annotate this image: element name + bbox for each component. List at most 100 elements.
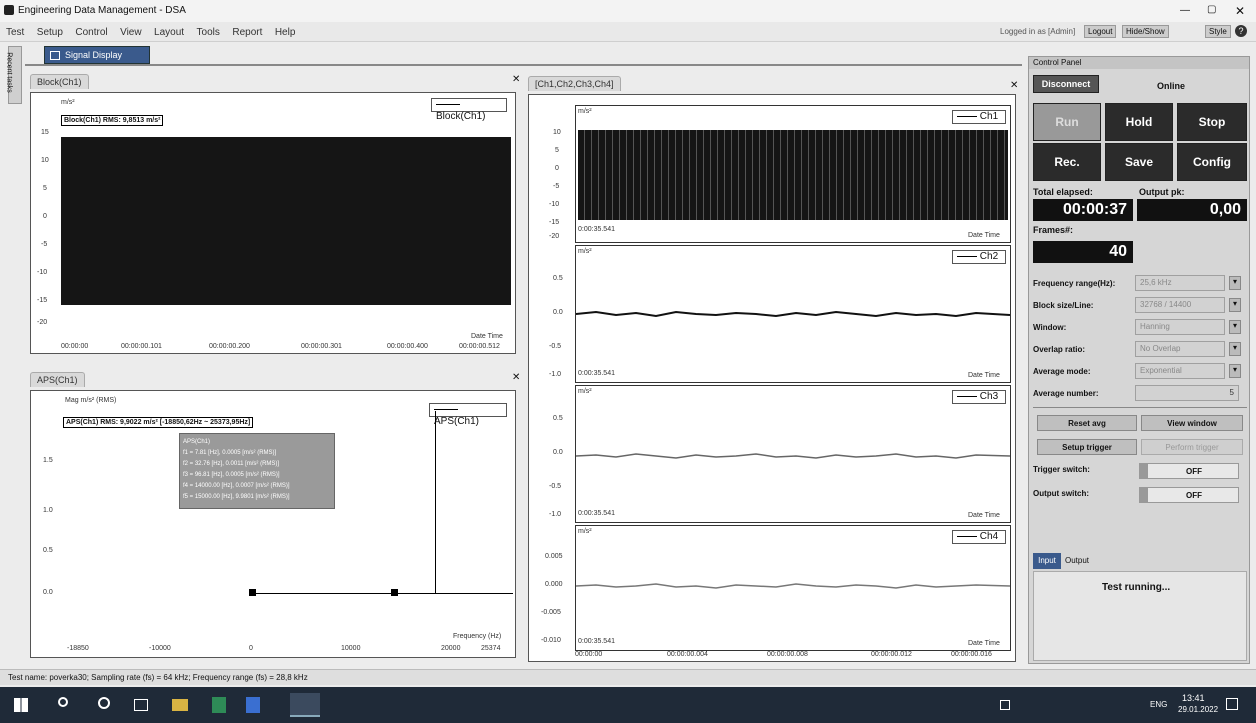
clock-time[interactable]: 13:41	[1182, 693, 1205, 703]
status-box: Test running...	[1033, 571, 1247, 661]
menu-report[interactable]: Report	[228, 23, 266, 43]
tab-aps-ch1[interactable]: APS(Ch1)	[30, 372, 85, 387]
ch2-legend: Ch2	[952, 250, 1006, 264]
disconnect-label: Disconnect	[1041, 79, 1091, 89]
help-icon[interactable]: ?	[1235, 25, 1247, 37]
setting-label: Average number:	[1033, 389, 1099, 398]
ch3-time: 0:00:35.541	[578, 510, 615, 517]
setting-label: Average mode:	[1033, 367, 1091, 376]
notification-area-icon[interactable]	[1000, 700, 1010, 710]
tab-output[interactable]: Output	[1065, 553, 1105, 569]
output-switch-toggle[interactable]: OFF	[1139, 487, 1239, 503]
setup-trigger-button[interactable]: Setup trigger	[1037, 439, 1137, 455]
rec-button[interactable]: Rec.	[1033, 143, 1101, 181]
logout-button[interactable]: Logout	[1084, 25, 1117, 38]
average-mode-select[interactable]: Exponential	[1135, 363, 1225, 379]
maximize-button[interactable]: ▢	[1207, 4, 1216, 15]
dsa-app-icon[interactable]	[290, 693, 320, 717]
excel-icon[interactable]	[212, 697, 226, 713]
tab-signal-display[interactable]: Signal Display	[44, 46, 150, 64]
legend-line	[957, 395, 977, 397]
overlap-select[interactable]: No Overlap	[1135, 341, 1225, 357]
clock-date[interactable]: 29.01.2022	[1178, 705, 1218, 714]
minimize-button[interactable]: —	[1180, 5, 1190, 16]
ytick: 0.5	[553, 275, 563, 282]
menu-setup[interactable]: Setup	[33, 23, 67, 43]
reset-avg-button[interactable]: Reset avg	[1037, 415, 1137, 431]
task-view-icon[interactable]	[134, 699, 148, 711]
ytick: -15	[549, 219, 560, 226]
aps-legend-label: APS(Ch1)	[434, 416, 480, 427]
cortana-icon[interactable]	[98, 697, 110, 709]
chevron-down-icon[interactable]: ▾	[1229, 320, 1241, 334]
setting-value: 25,6 kHz	[1140, 278, 1172, 287]
perform-trigger-button[interactable]: Perform trigger	[1141, 439, 1243, 455]
disconnect-button[interactable]: Disconnect	[1033, 75, 1099, 93]
aps-xlabel: Frequency (Hz)	[453, 633, 502, 640]
multi-plot-area[interactable]: m/s² Ch1 0:00:35.541 Date Time 10 5 0 -5…	[528, 94, 1016, 662]
frequency-range-select[interactable]: 25,6 kHz	[1135, 275, 1225, 291]
multi-xticks: 00:00:00 00:00:00.004 00:00:00.008 00:00…	[575, 651, 1011, 661]
close-icon[interactable]: ✕	[512, 372, 520, 383]
hide-show-button[interactable]: Hide/Show	[1122, 25, 1169, 38]
ch4-trace	[576, 583, 1010, 589]
menu-layout[interactable]: Layout	[150, 23, 188, 43]
chevron-down-icon[interactable]: ▾	[1229, 342, 1241, 356]
setting-value: Hanning	[1140, 322, 1170, 331]
tab-multi-ch[interactable]: [Ch1,Ch2,Ch3,Ch4]	[528, 76, 621, 91]
close-icon[interactable]: ✕	[1010, 80, 1018, 91]
block-size-select[interactable]: 32768 / 14400	[1135, 297, 1225, 313]
save-button[interactable]: Save	[1105, 143, 1173, 181]
language-indicator[interactable]: ENG	[1150, 700, 1167, 709]
hold-button[interactable]: Hold	[1105, 103, 1173, 141]
tab-input[interactable]: Input	[1033, 553, 1061, 569]
menu-tools[interactable]: Tools	[193, 23, 224, 43]
chevron-down-icon[interactable]: ▾	[1229, 276, 1241, 290]
block-plot[interactable]: m/s² Block(Ch1) Block(Ch1) RMS: 9,8513 m…	[30, 92, 516, 354]
ytick: -0.010	[541, 637, 561, 644]
legend-line	[436, 103, 460, 105]
average-number-stepper[interactable]: 5	[1135, 385, 1239, 401]
cursor-marker[interactable]	[391, 589, 398, 596]
close-button[interactable]: ✕	[1235, 4, 1245, 18]
ch2-yticks: 0.5 0.0 -0.5 -1.0	[549, 265, 573, 385]
menu-help[interactable]: Help	[271, 23, 300, 43]
ytick: 1.0	[43, 507, 53, 514]
trigger-switch-toggle[interactable]: OFF	[1139, 463, 1239, 479]
aps-rms: APS(Ch1) RMS: 9,9022 m/s² [-18850,62Hz ~…	[63, 417, 254, 428]
aps-tooltip: APS(Ch1) f1 = 7.81 [Hz], 0.0005 [m/s² (R…	[179, 433, 335, 509]
config-button[interactable]: Config	[1177, 143, 1247, 181]
xtick: 20000	[441, 645, 461, 652]
tooltip-line: f2 = 32.76 [Hz], 0.0011 [m/s² (RMS)]	[183, 461, 280, 467]
recent-tasks-tab[interactable]: Recent tasks	[6, 46, 22, 104]
chevron-down-icon[interactable]: ▾	[1229, 298, 1241, 312]
close-icon[interactable]: ✕	[512, 74, 520, 85]
window-title: Engineering Data Management - DSA	[18, 5, 186, 16]
menu-view[interactable]: View	[116, 23, 146, 43]
xtick: -10000	[149, 645, 171, 652]
control-panel: Control Panel Disconnect Online Run Hold…	[1028, 56, 1250, 664]
word-icon[interactable]	[246, 697, 260, 713]
windows-start-icon[interactable]	[14, 698, 28, 712]
chevron-down-icon[interactable]: ▾	[1229, 364, 1241, 378]
tooltip-line: f4 = 14000.00 [Hz], 0.0007 [m/s² (RMS)]	[183, 483, 290, 489]
menu-test[interactable]: Test	[2, 23, 28, 43]
style-button[interactable]: Style	[1205, 25, 1231, 38]
tab-block-ch1[interactable]: Block(Ch1)	[30, 74, 89, 89]
ytick: 0.5	[43, 547, 53, 554]
cursor-marker[interactable]	[249, 589, 256, 596]
aps-plot[interactable]: Mag m/s² (RMS) APS(Ch1) APS(Ch1) RMS: 9,…	[30, 390, 516, 658]
file-explorer-icon[interactable]	[172, 699, 188, 711]
view-window-button[interactable]: View window	[1141, 415, 1243, 431]
run-button[interactable]: Run	[1033, 103, 1101, 141]
window-select[interactable]: Hanning	[1135, 319, 1225, 335]
action-center-icon[interactable]	[1226, 698, 1238, 710]
setting-value: 5	[1229, 388, 1234, 397]
stop-button[interactable]: Stop	[1177, 103, 1247, 141]
search-icon[interactable]	[58, 697, 68, 707]
xtick: -18850	[67, 645, 89, 652]
total-elapsed-value: 00:00:37	[1062, 201, 1127, 218]
legend-line	[434, 408, 458, 410]
ytick: 0.0	[553, 449, 563, 456]
menu-control[interactable]: Control	[71, 23, 111, 43]
